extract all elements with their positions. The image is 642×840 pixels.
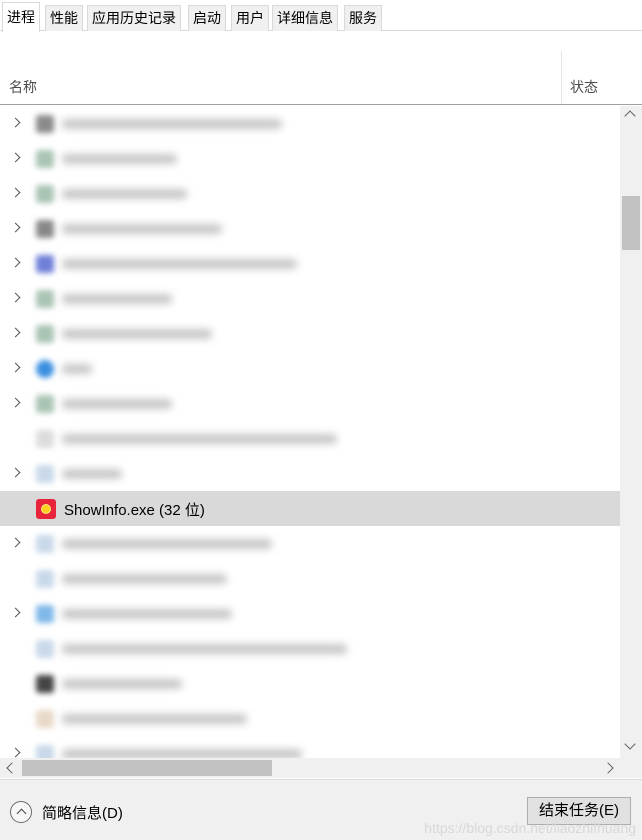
obscured-process-name (62, 644, 347, 654)
process-icon (36, 710, 54, 728)
obscured-process-name (62, 609, 232, 619)
process-icon (36, 430, 54, 448)
expand-chevron-icon[interactable] (10, 536, 22, 550)
obscured-process-name (62, 679, 182, 689)
list-item[interactable] (0, 526, 620, 561)
list-item[interactable] (0, 316, 620, 351)
process-icon (36, 675, 54, 693)
tab-details[interactable]: 详细信息 (272, 5, 338, 31)
process-icon (36, 290, 54, 308)
tab-users[interactable]: 用户 (231, 5, 269, 31)
expand-chevron-icon[interactable] (10, 291, 22, 305)
obscured-process-name (62, 119, 282, 129)
list-item[interactable] (0, 631, 620, 666)
showinfo-app-icon (36, 499, 56, 519)
fewer-details-label[interactable]: 简略信息(D) (42, 802, 123, 823)
list-item[interactable] (0, 281, 620, 316)
obscured-process-name (62, 539, 272, 549)
obscured-process-name (62, 329, 212, 339)
expand-chevron-icon[interactable] (10, 396, 22, 410)
process-icon (36, 185, 54, 203)
expand-chevron-icon[interactable] (10, 746, 22, 758)
obscured-process-name (62, 154, 177, 164)
expand-chevron-icon[interactable] (10, 116, 22, 130)
expand-chevron-icon[interactable] (10, 466, 22, 480)
expand-chevron-icon[interactable] (10, 186, 22, 200)
obscured-process-name (62, 714, 247, 724)
tab-startup[interactable]: 启动 (188, 5, 226, 31)
list-item[interactable] (0, 596, 620, 631)
list-item[interactable] (0, 351, 620, 386)
list-item[interactable] (0, 666, 620, 701)
obscured-process-name (62, 749, 302, 758)
obscured-process-name (62, 364, 92, 374)
list-item[interactable] (0, 386, 620, 421)
obscured-process-name (62, 399, 172, 409)
scroll-up-arrow-icon[interactable] (624, 110, 636, 122)
list-item[interactable] (0, 246, 620, 281)
tab-services[interactable]: 服务 (344, 5, 382, 31)
scroll-down-arrow-icon[interactable] (624, 738, 636, 750)
process-icon (36, 395, 54, 413)
obscured-process-name (62, 259, 297, 269)
tab-bar: 进程 性能 应用历史记录 启动 用户 详细信息 服务 (0, 0, 642, 32)
expand-chevron-icon[interactable] (10, 361, 22, 375)
column-status-header[interactable]: 状态 (570, 77, 598, 97)
list-item[interactable] (0, 701, 620, 736)
process-icon (36, 220, 54, 238)
horizontal-scrollbar[interactable] (0, 758, 620, 778)
obscured-process-name (62, 224, 222, 234)
expand-chevron-icon[interactable] (10, 256, 22, 270)
list-item[interactable] (0, 211, 620, 246)
process-icon (36, 570, 54, 588)
list-item[interactable] (0, 176, 620, 211)
obscured-process-name (62, 574, 227, 584)
expand-chevron-icon[interactable] (10, 221, 22, 235)
obscured-process-name (62, 469, 122, 479)
process-name: ShowInfo.exe (32 位) (64, 502, 205, 519)
process-icon (36, 640, 54, 658)
process-icon (36, 255, 54, 273)
expand-chevron-icon[interactable] (10, 606, 22, 620)
column-divider[interactable] (561, 51, 562, 104)
column-name-header[interactable]: 名称 (9, 77, 37, 97)
process-icon (36, 325, 54, 343)
tab-performance[interactable]: 性能 (45, 5, 83, 31)
process-icon (36, 150, 54, 168)
vertical-scroll-thumb[interactable] (622, 196, 640, 250)
obscured-process-name (62, 294, 172, 304)
list-item[interactable] (0, 456, 620, 491)
process-icon (36, 605, 54, 623)
watermark: https://blog.csdn.net/liaozhifhuang (424, 820, 636, 836)
collapse-up-icon[interactable] (10, 801, 32, 823)
process-list: ShowInfo.exe (32 位) (0, 106, 620, 758)
process-icon (36, 115, 54, 133)
selected-process-row[interactable]: ShowInfo.exe (32 位) (0, 491, 620, 526)
tab-app-history[interactable]: 应用历史记录 (87, 5, 181, 31)
obscured-process-name (62, 434, 337, 444)
scroll-left-arrow-icon[interactable] (6, 762, 18, 774)
process-icon (36, 745, 54, 758)
process-icon (36, 360, 54, 378)
expand-chevron-icon[interactable] (10, 151, 22, 165)
column-header: 名称 状态 (0, 31, 642, 105)
footer: 简略信息(D) 结束任务(E) https://blog.csdn.net/li… (0, 779, 642, 840)
list-item[interactable] (0, 561, 620, 596)
tab-processes[interactable]: 进程 (2, 2, 40, 32)
list-item[interactable] (0, 421, 620, 456)
scrollbar-corner (620, 758, 642, 778)
list-item[interactable] (0, 141, 620, 176)
expand-chevron-icon[interactable] (10, 326, 22, 340)
vertical-scrollbar[interactable] (620, 106, 642, 758)
horizontal-scroll-thumb[interactable] (22, 760, 272, 776)
fewer-details-button[interactable]: 简略信息(D) (10, 800, 123, 824)
list-item[interactable] (0, 106, 620, 141)
process-icon (36, 535, 54, 553)
process-icon (36, 465, 54, 483)
list-item[interactable] (0, 736, 620, 758)
scroll-right-arrow-icon[interactable] (602, 762, 614, 774)
obscured-process-name (62, 189, 187, 199)
